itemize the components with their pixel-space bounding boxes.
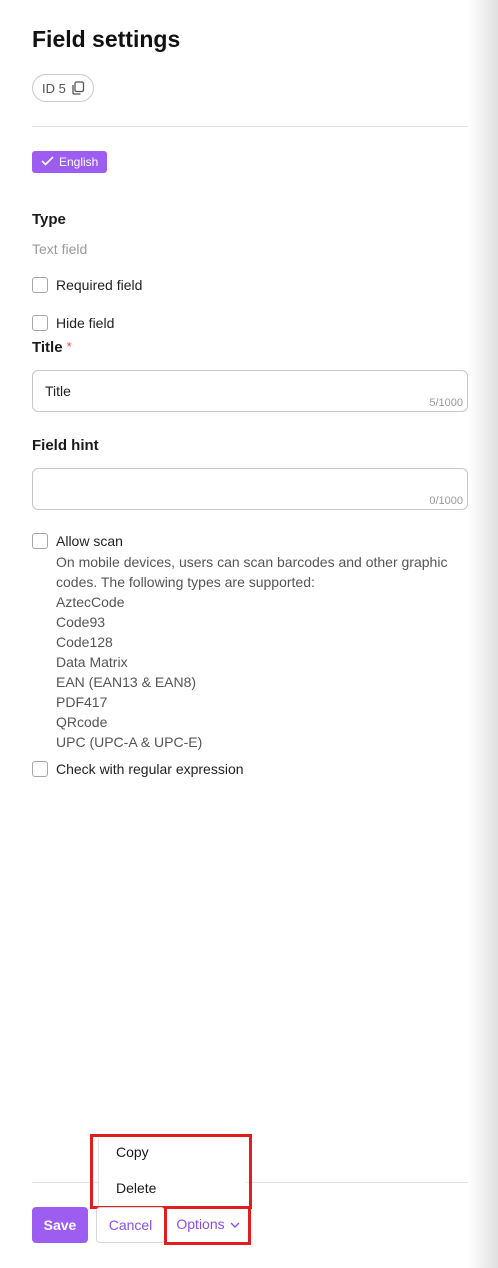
- checkbox-box[interactable]: [32, 761, 48, 777]
- scan-type-item: UPC (UPC-A & UPC-E): [56, 734, 203, 750]
- scan-types-list: AztecCode Code93 Code128 Data Matrix EAN…: [56, 592, 202, 752]
- field-hint-label: Field hint: [32, 437, 99, 454]
- scan-type-item: Data Matrix: [56, 654, 128, 670]
- scan-type-item: Code128: [56, 634, 113, 650]
- scan-description: On mobile devices, users can scan barcod…: [56, 554, 448, 590]
- hide-field-label: Hide field: [56, 315, 115, 331]
- language-badge[interactable]: English: [32, 151, 108, 173]
- copy-icon[interactable]: [71, 81, 85, 95]
- checkbox-box[interactable]: [32, 315, 48, 331]
- required-field-label: Required field: [56, 277, 143, 293]
- menu-item-copy[interactable]: Copy: [116, 1144, 149, 1160]
- scan-type-item: PDF417: [56, 694, 108, 710]
- required-asterisk: *: [66, 339, 72, 354]
- id-chip[interactable]: ID 5: [32, 74, 94, 102]
- regex-label: Check with regular expression: [56, 761, 244, 777]
- allow-scan-checkbox[interactable]: Allow scan: [32, 533, 123, 549]
- cancel-button[interactable]: Cancel: [96, 1207, 165, 1243]
- allow-scan-label: Allow scan: [56, 533, 123, 549]
- scan-type-item: QRcode: [56, 714, 108, 730]
- menu-item-delete[interactable]: Delete: [116, 1180, 156, 1196]
- title-counter: 5/1000: [429, 397, 463, 409]
- title-input-box[interactable]: 5/1000: [32, 370, 468, 412]
- title-input[interactable]: [45, 381, 405, 401]
- field-hint-input[interactable]: [45, 479, 405, 499]
- language-label: English: [59, 155, 99, 169]
- options-label: Options: [176, 1216, 225, 1232]
- options-button[interactable]: Options: [170, 1210, 246, 1238]
- check-icon: [41, 155, 54, 169]
- id-label: ID 5: [42, 80, 66, 96]
- save-button[interactable]: Save: [32, 1207, 88, 1243]
- scan-type-item: EAN (EAN13 & EAN8): [56, 674, 197, 690]
- options-menu: Copy Delete: [98, 1138, 246, 1208]
- checkbox-box[interactable]: [32, 277, 48, 293]
- required-field-checkbox[interactable]: Required field: [32, 277, 142, 293]
- scan-type-item: Code93: [56, 614, 106, 630]
- header-divider: [32, 126, 468, 127]
- regex-checkbox[interactable]: Check with regular expression: [32, 761, 244, 777]
- title-label-text: Title: [32, 339, 63, 356]
- type-label: Type: [32, 211, 66, 228]
- panel-edge-shadow: [468, 0, 498, 1268]
- checkbox-box[interactable]: [32, 533, 48, 549]
- chevron-down-icon: [230, 1216, 240, 1232]
- page-title: Field settings: [32, 26, 181, 52]
- scan-type-item: AztecCode: [56, 594, 125, 610]
- field-hint-input-box[interactable]: 0/1000: [32, 468, 468, 510]
- title-label: Title *: [32, 339, 72, 356]
- type-value: Text field: [32, 241, 88, 257]
- field-hint-counter: 0/1000: [429, 495, 463, 507]
- hide-field-checkbox[interactable]: Hide field: [32, 315, 114, 331]
